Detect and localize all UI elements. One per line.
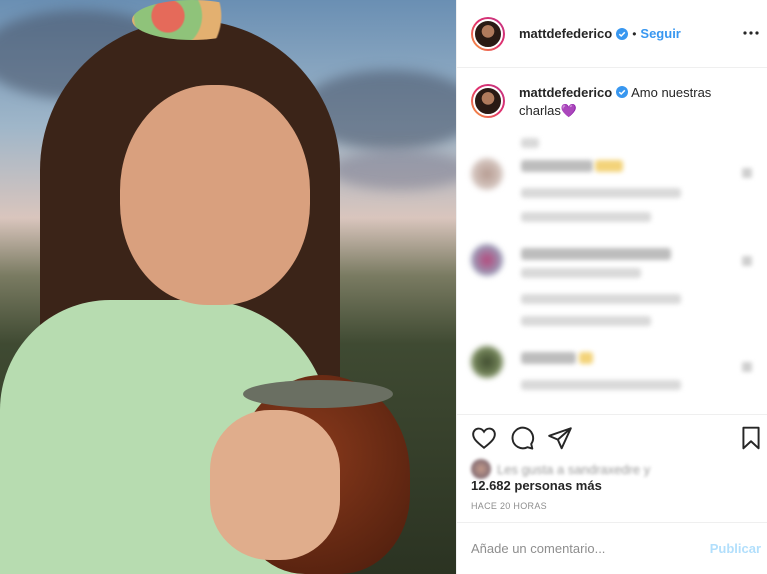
follow-button[interactable]: Seguir (640, 26, 680, 41)
header-separator: • (632, 26, 637, 41)
girl-face (120, 85, 310, 305)
girl-hand (210, 410, 340, 560)
heart-icon[interactable] (471, 425, 497, 451)
share-icon[interactable] (547, 425, 573, 451)
likes-blurred-line: Les gusta a sandraxedre y (497, 462, 650, 477)
blurred-text (521, 316, 651, 326)
bookmark-icon[interactable] (738, 425, 764, 451)
likes-blurred-prefix: Les gusta a sandraxedre y (497, 462, 651, 477)
blurred-emoji (579, 352, 593, 364)
author-username[interactable]: mattdefederico (519, 26, 612, 41)
mate-rim (243, 380, 393, 408)
comment-icon[interactable] (509, 425, 535, 451)
caption-username[interactable]: mattdefederico (519, 85, 612, 100)
blurred-text (521, 352, 576, 364)
comment-like-icon[interactable] (742, 256, 752, 266)
blurred-text (521, 160, 593, 172)
divider (457, 414, 767, 415)
publish-button[interactable]: Publicar (710, 541, 761, 556)
blurred-text (521, 380, 681, 390)
blurred-emoji (595, 160, 623, 172)
verified-badge-icon (616, 86, 629, 98)
blurred-text (521, 188, 681, 198)
headband (132, 0, 252, 40)
purple-heart-emoji: 💜 (560, 103, 578, 118)
verified-badge-icon (616, 27, 629, 40)
likes-count-line: 12.682 personas más (471, 478, 602, 493)
instagram-post: mattdefederico • Seguir mattdefederico A… (0, 0, 767, 574)
action-bar (471, 425, 764, 453)
blurred-text (521, 294, 681, 304)
caption-avatar[interactable] (471, 84, 505, 118)
blurred-text (521, 212, 651, 222)
author-avatar[interactable] (471, 16, 505, 51)
comment-like-icon[interactable] (742, 362, 752, 372)
likes-count[interactable]: 12.682 personas más (471, 478, 602, 493)
comment-avatar[interactable] (471, 346, 503, 378)
blurred-text (521, 268, 641, 278)
blurred-text (521, 248, 671, 260)
post-caption: mattdefederico Amo nuestras charlas💜 (471, 84, 756, 120)
comment-like-icon[interactable] (742, 168, 752, 178)
more-horizontal-icon[interactable] (742, 24, 760, 42)
comment-avatar[interactable] (471, 158, 503, 190)
sky-cloud (330, 150, 456, 190)
post-header: mattdefederico • Seguir (457, 0, 767, 68)
post-side-panel: mattdefederico • Seguir mattdefederico A… (456, 0, 767, 574)
post-timestamp[interactable]: HACE 20 HORAS (471, 501, 547, 511)
add-comment-input[interactable] (471, 541, 701, 556)
comment-avatar[interactable] (471, 244, 503, 276)
blurred-text (521, 138, 539, 148)
post-photo[interactable] (0, 0, 456, 574)
liker-avatar[interactable] (471, 459, 491, 479)
add-comment-bar: Publicar (471, 523, 761, 574)
caption-text-block: mattdefederico Amo nuestras charlas💜 (519, 84, 749, 120)
